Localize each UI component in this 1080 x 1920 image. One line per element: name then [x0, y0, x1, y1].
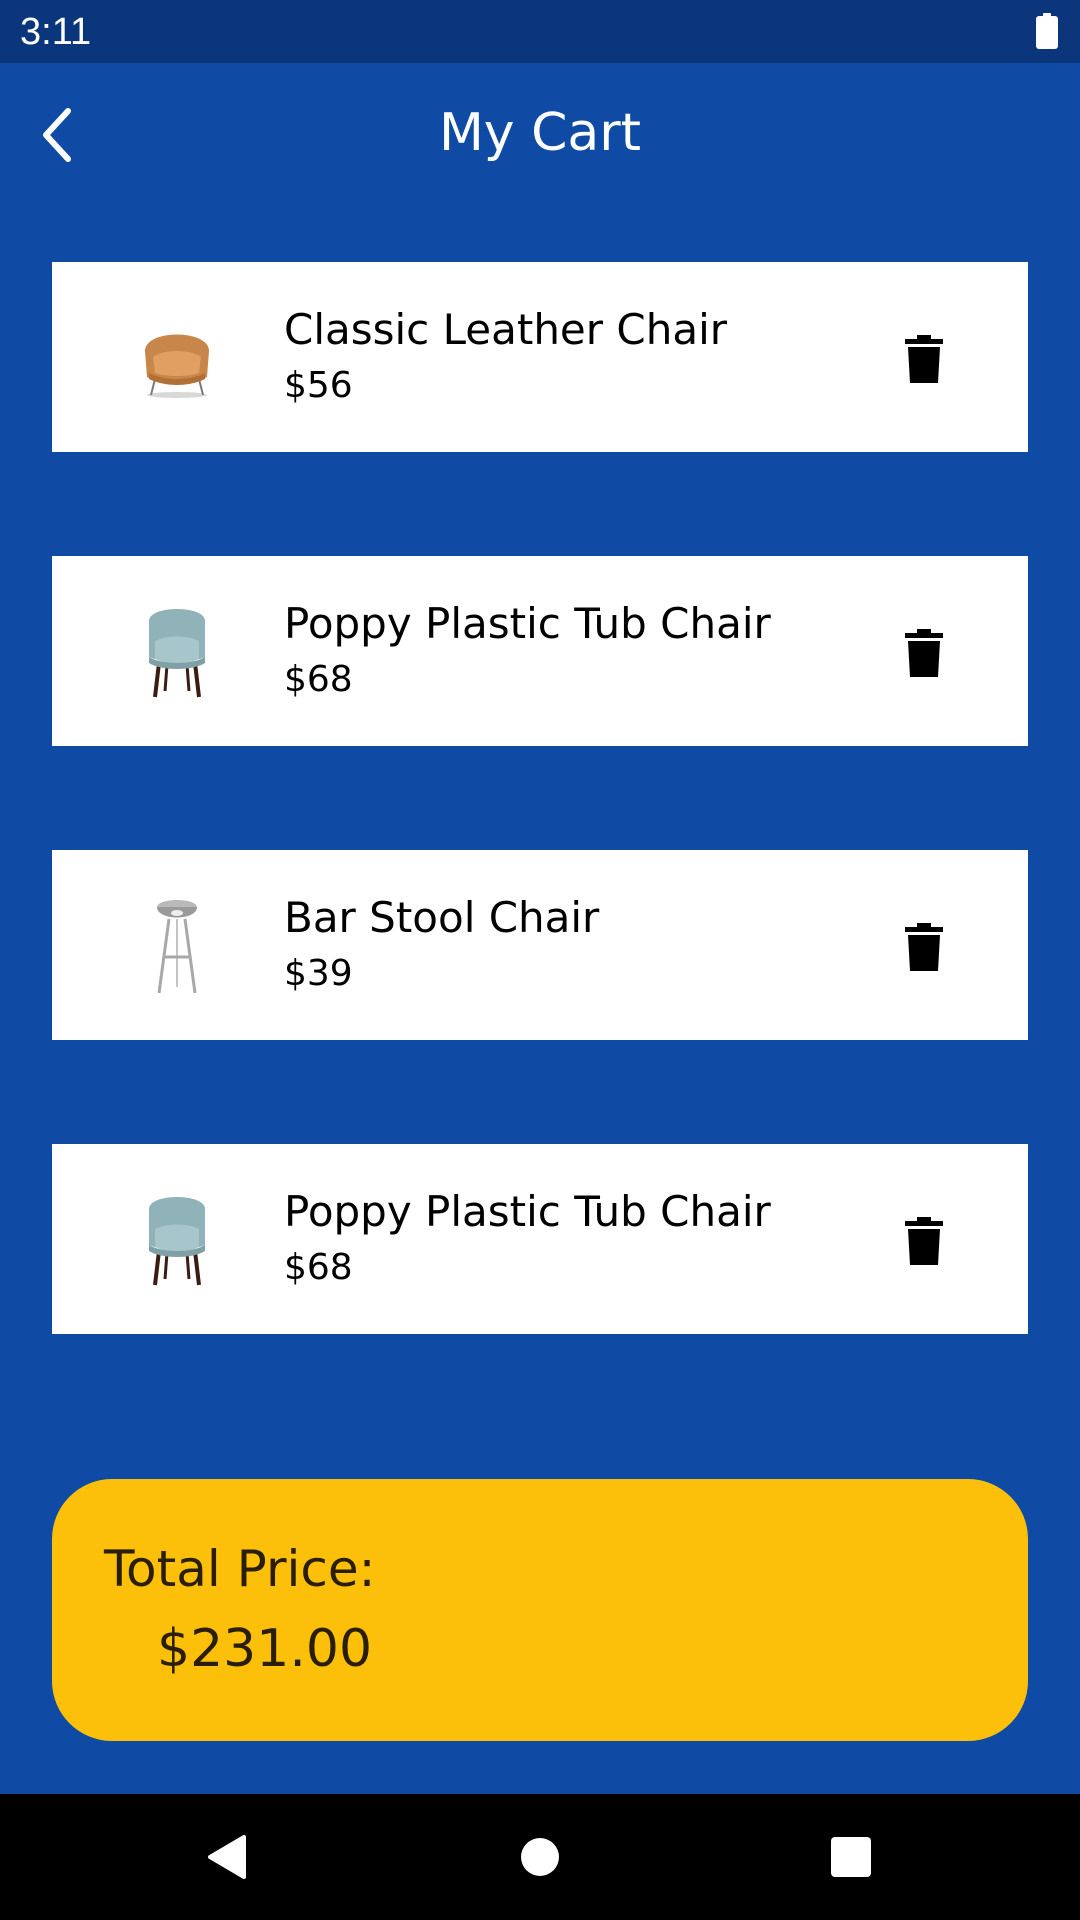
system-nav-bar [0, 1794, 1080, 1920]
app-bar: My Cart [0, 63, 1080, 211]
cart-item: Classic Leather Chair $56 [52, 262, 1028, 452]
leather-armchair-image [127, 307, 227, 407]
trash-icon [905, 1217, 943, 1265]
item-price: $39 [284, 953, 353, 994]
delete-button[interactable] [892, 621, 956, 685]
tub-chair-image [127, 1189, 227, 1289]
nav-recents-button[interactable] [821, 1827, 881, 1887]
square-recents-icon [831, 1837, 871, 1877]
trash-icon [905, 923, 943, 971]
total-price-label: Total Price: [104, 1540, 376, 1598]
item-price: $68 [284, 1247, 353, 1288]
item-name: Classic Leather Chair [284, 305, 728, 354]
total-price-card: Total Price: $231.00 [52, 1479, 1028, 1741]
delete-button[interactable] [892, 915, 956, 979]
nav-back-button[interactable] [196, 1827, 256, 1887]
cart-item: Poppy Plastic Tub Chair $68 [52, 1144, 1028, 1334]
delete-button[interactable] [892, 1209, 956, 1273]
delete-button[interactable] [892, 327, 956, 391]
trash-icon [905, 335, 943, 383]
circle-home-icon [521, 1838, 559, 1876]
item-name: Bar Stool Chair [284, 893, 600, 942]
item-name: Poppy Plastic Tub Chair [284, 1187, 771, 1236]
item-name: Poppy Plastic Tub Chair [284, 599, 771, 648]
page-title: My Cart [438, 103, 642, 163]
item-price: $68 [284, 659, 353, 700]
cart-item: Poppy Plastic Tub Chair $68 [52, 556, 1028, 746]
cart-item: Bar Stool Chair $39 [52, 850, 1028, 1040]
status-time: 3:11 [20, 11, 92, 53]
bar-stool-image [127, 895, 227, 995]
triangle-back-icon [208, 1835, 246, 1879]
status-bar: 3:11 [0, 0, 1080, 63]
item-price: $56 [284, 365, 353, 406]
battery-full-icon [1036, 13, 1058, 49]
total-price-value: $231.00 [157, 1619, 373, 1679]
nav-home-button[interactable] [510, 1827, 570, 1887]
trash-icon [905, 629, 943, 677]
tub-chair-image [127, 601, 227, 701]
